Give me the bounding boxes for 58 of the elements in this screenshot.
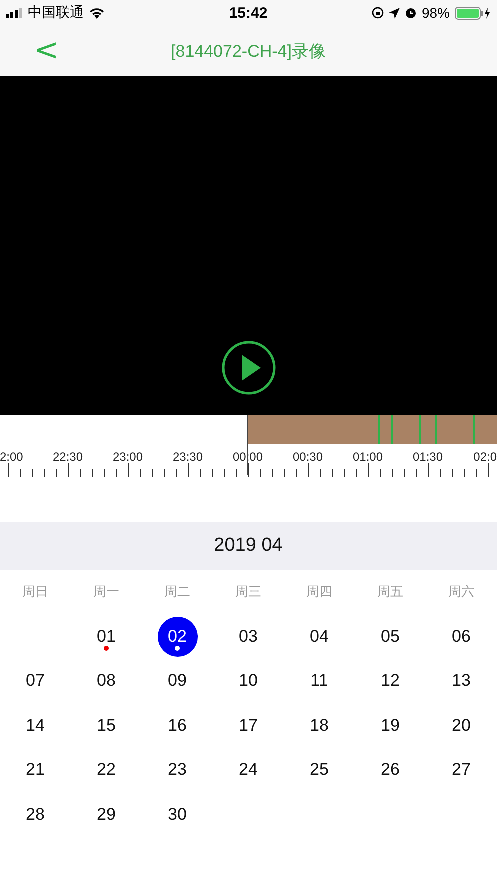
location-arrow-icon xyxy=(388,8,400,18)
time-label: 23:30 xyxy=(172,451,204,463)
play-button[interactable] xyxy=(222,341,276,395)
calendar-day[interactable]: 13 xyxy=(442,661,482,702)
calendar-day[interactable]: 15 xyxy=(86,706,126,746)
calendar-day[interactable]: 23 xyxy=(158,750,198,790)
calendar-day[interactable]: 03 xyxy=(228,616,268,657)
calendar-day[interactable]: 27 xyxy=(442,750,482,790)
calendar-day[interactable]: 21 xyxy=(16,750,56,790)
calendar-day[interactable]: 10 xyxy=(228,661,268,702)
time-label: 01:00 xyxy=(352,451,384,463)
calendar-day[interactable]: 17 xyxy=(228,706,268,746)
calendar-day[interactable]: 29 xyxy=(86,794,126,835)
calendar-day[interactable]: 02 xyxy=(158,616,198,657)
time-label: 01:30 xyxy=(412,451,444,463)
time-label: 2:00 xyxy=(0,451,24,463)
weekday-label: 周四 xyxy=(306,583,334,602)
calendar-day[interactable]: 12 xyxy=(370,661,410,702)
calendar-day[interactable]: 01 xyxy=(86,616,126,657)
charging-battery-icon xyxy=(455,6,491,20)
alarm-clock-icon xyxy=(404,7,417,19)
time-label: 00:30 xyxy=(292,451,324,463)
carrier-name: 中国联通 xyxy=(28,4,84,22)
weekday-label: 周三 xyxy=(234,583,262,602)
calendar-day[interactable]: 16 xyxy=(158,706,198,746)
playhead-line xyxy=(247,415,248,475)
calendar-day[interactable]: 24 xyxy=(228,750,268,790)
time-label: 23:00 xyxy=(112,451,144,463)
weekday-label: 周日 xyxy=(22,583,50,602)
calendar-day[interactable]: 30 xyxy=(158,794,198,835)
page-title: [8144072-CH-4]录像 xyxy=(171,40,326,62)
weekday-label: 周一 xyxy=(92,583,120,602)
wifi-icon xyxy=(89,7,105,19)
calendar-day[interactable]: 09 xyxy=(158,661,198,702)
calendar-day[interactable]: 08 xyxy=(86,661,126,702)
weekday-label: 周六 xyxy=(448,583,476,602)
calendar-day[interactable]: 18 xyxy=(300,706,340,746)
calendar-day[interactable]: 05 xyxy=(370,616,410,657)
calendar-day[interactable]: 04 xyxy=(300,616,340,657)
calendar-day[interactable]: 26 xyxy=(370,750,410,790)
month-title: 2019 04 xyxy=(214,535,283,557)
calendar-day[interactable]: 19 xyxy=(370,706,410,746)
battery-percent: 98% xyxy=(422,5,450,21)
time-label: 02:0 xyxy=(474,451,497,463)
calendar-day[interactable]: 11 xyxy=(300,661,340,702)
calendar-day[interactable]: 25 xyxy=(300,750,340,790)
calendar-day[interactable]: 28 xyxy=(16,794,56,835)
calendar-day[interactable]: 20 xyxy=(442,706,482,746)
signal-icon xyxy=(6,8,23,18)
calendar-day[interactable]: 07 xyxy=(16,661,56,702)
weekday-label: 周二 xyxy=(164,583,192,602)
calendar-day[interactable]: 14 xyxy=(16,706,56,746)
time-label: 22:30 xyxy=(52,451,84,463)
calendar-day[interactable]: 06 xyxy=(442,616,482,657)
calendar-day[interactable]: 22 xyxy=(86,750,126,790)
weekday-label: 周五 xyxy=(376,583,404,602)
play-icon xyxy=(222,341,276,395)
clock-time: 15:42 xyxy=(229,4,268,22)
